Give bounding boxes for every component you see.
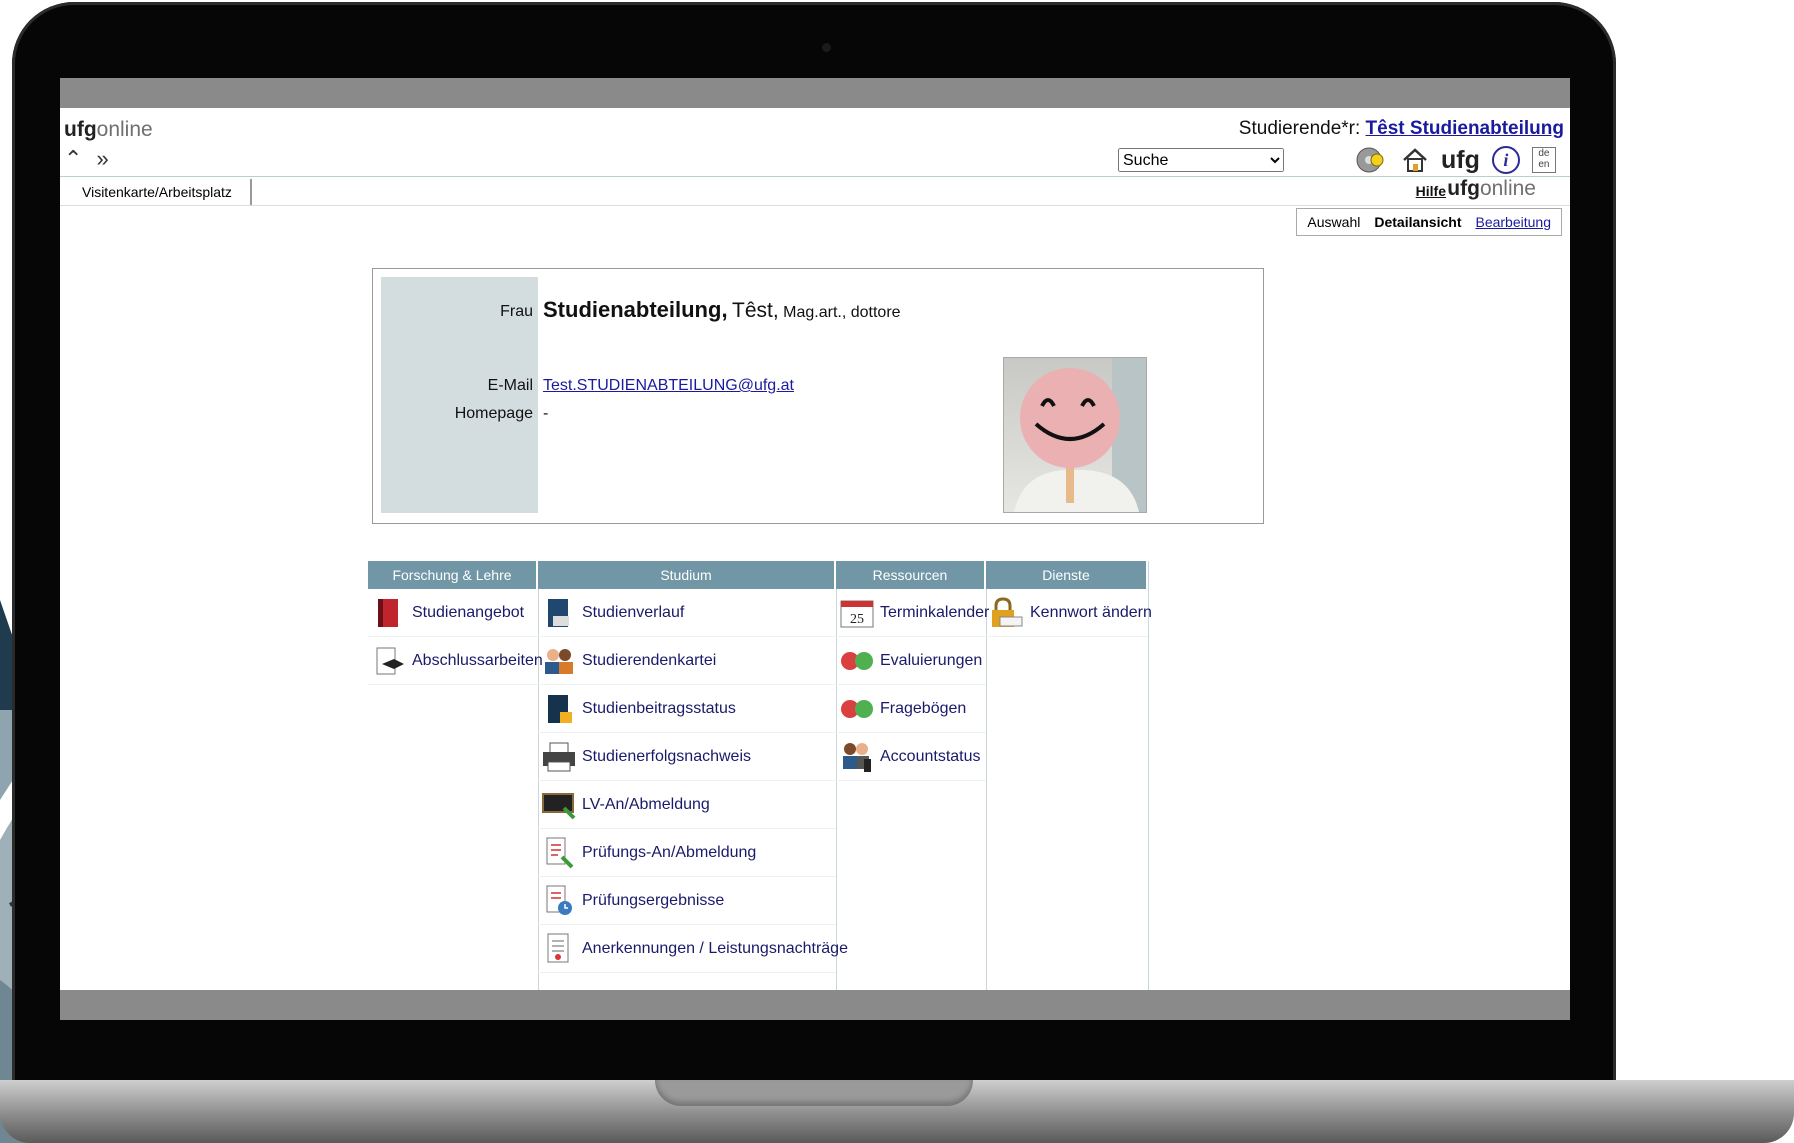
- blackboard-icon: [542, 788, 576, 822]
- info-icon[interactable]: i: [1491, 146, 1520, 174]
- webcam: [822, 43, 831, 52]
- calendar-day: 25: [850, 612, 864, 627]
- book-blue-icon: [542, 596, 576, 630]
- menu-header-dienste: Dienste: [986, 561, 1148, 589]
- web-page: ufgonline ⌃ » Studierende*r: Têst Studie…: [60, 108, 1570, 990]
- person-name: Studienabteilung, Têst, Mag.art., dottor…: [543, 297, 901, 322]
- view-tab-edit[interactable]: Bearbeitung: [1475, 214, 1551, 230]
- nav-arrows-icon[interactable]: ⌃ »: [64, 146, 113, 172]
- email-link[interactable]: Test.STUDIENABTEILUNG@ufg.at: [543, 377, 794, 395]
- menu-item-kennwort-aendern[interactable]: Kennwort ändern: [986, 589, 1152, 637]
- profile-photo: [1003, 357, 1147, 513]
- menu-header-ressourcen: Ressourcen: [836, 561, 986, 589]
- book-icon: [372, 596, 406, 630]
- ufg-online-logo[interactable]: ufgonline: [64, 118, 153, 142]
- lock-icon: [990, 596, 1024, 630]
- view-tab-detail[interactable]: Detailansicht: [1374, 214, 1461, 230]
- business-card: Frau Studienabteilung, Têst, Mag.art., d…: [372, 268, 1264, 524]
- view-tab-selection[interactable]: Auswahl: [1307, 214, 1360, 230]
- menu-item-lv-anmeldung[interactable]: LV-An/Abmeldung: [538, 781, 836, 829]
- current-user: Studierende*r: Têst Studienabteilung: [1238, 118, 1564, 139]
- menu-column-dienste: Dienste Kennwort ändern: [986, 561, 1152, 990]
- printer-icon: [542, 740, 576, 774]
- search-select[interactable]: Suche: [1118, 148, 1284, 172]
- exam-document-icon: [542, 836, 576, 870]
- menu-header-forschung: Forschung & Lehre: [368, 561, 538, 589]
- students-icon: [542, 644, 576, 678]
- tab-bar: Visitenkarte/Arbeitsplatz Hilfe ufgonlin…: [60, 177, 1570, 206]
- laptop-opening-notch: [655, 1080, 973, 1106]
- menu-item-studierendenkartei[interactable]: Studierendenkartei: [538, 637, 836, 685]
- key-cd-icon[interactable]: [1355, 146, 1389, 174]
- menu-item-terminkalender[interactable]: 25 Terminkalender: [836, 589, 989, 637]
- language-switch-icon[interactable]: de en: [1531, 147, 1556, 173]
- homepage-value: -: [543, 405, 549, 422]
- home-icon[interactable]: [1401, 146, 1429, 174]
- laptop-screen: ufgonline ⌃ » Studierende*r: Têst Studie…: [60, 78, 1570, 1020]
- menu-item-pruefungsergebnisse[interactable]: Prüfungsergebnisse: [538, 877, 836, 925]
- menu-item-evaluierungen[interactable]: Evaluierungen: [836, 637, 986, 685]
- certificate-icon: [542, 932, 576, 966]
- menu-item-studienbeitragsstatus[interactable]: Studienbeitragsstatus: [538, 685, 836, 733]
- email-label: E-Mail: [487, 377, 533, 394]
- menu-item-abschlussarbeiten[interactable]: Abschlussarbeiten: [368, 637, 543, 685]
- tab-visitenkarte[interactable]: Visitenkarte/Arbeitsplatz: [64, 179, 252, 205]
- account-users-icon: [840, 740, 874, 774]
- menu-item-frageboegen[interactable]: Fragebögen: [836, 685, 986, 733]
- menu-column-studium: Studium Studienverlauf Studierendenkarte…: [538, 561, 848, 990]
- questionnaire-faces-icon: [840, 692, 874, 726]
- menu-item-pruefungs-anmeldung[interactable]: Prüfungs-An/Abmeldung: [538, 829, 836, 877]
- menu-column-ressourcen: Ressourcen 25 Terminkalender Evaluierung…: [836, 561, 989, 990]
- homepage-label: Homepage: [454, 405, 533, 422]
- smiley-face-photo: [1014, 358, 1146, 512]
- graduation-cap-icon: [372, 644, 406, 678]
- header-icon-bar: ufg i de en: [1355, 144, 1556, 176]
- menu-column-forschung: Forschung & Lehre Studienangebot Abschlu…: [368, 561, 543, 990]
- evaluation-faces-icon: [840, 644, 874, 678]
- page-header: ufgonline ⌃ » Studierende*r: Têst Studie…: [60, 108, 1570, 177]
- ufg-online-logo-small: ufgonline: [1447, 177, 1536, 200]
- salutation-label: Frau: [500, 303, 533, 320]
- view-mode-tabs: Auswahl Detailansicht Bearbeitung: [1296, 208, 1562, 236]
- menu-header-studium: Studium: [538, 561, 836, 589]
- menu-item-studienangebot[interactable]: Studienangebot: [368, 589, 538, 637]
- help-link[interactable]: Hilfe: [1416, 183, 1446, 199]
- menu-item-accountstatus[interactable]: Accountstatus: [836, 733, 986, 781]
- menu-item-studienverlauf[interactable]: Studienverlauf: [538, 589, 836, 637]
- ufg-icon[interactable]: ufg: [1441, 146, 1480, 175]
- menu-item-anerkennungen[interactable]: Anerkennungen / Leistungsnachträge: [538, 925, 848, 973]
- user-name-link[interactable]: Têst Studienabteilung: [1366, 118, 1564, 139]
- calendar-icon: 25: [840, 596, 874, 630]
- exam-results-icon: [542, 884, 576, 918]
- fee-book-icon: [542, 692, 576, 726]
- menu-item-studienerfolgsnachweis[interactable]: Studienerfolgsnachweis: [538, 733, 836, 781]
